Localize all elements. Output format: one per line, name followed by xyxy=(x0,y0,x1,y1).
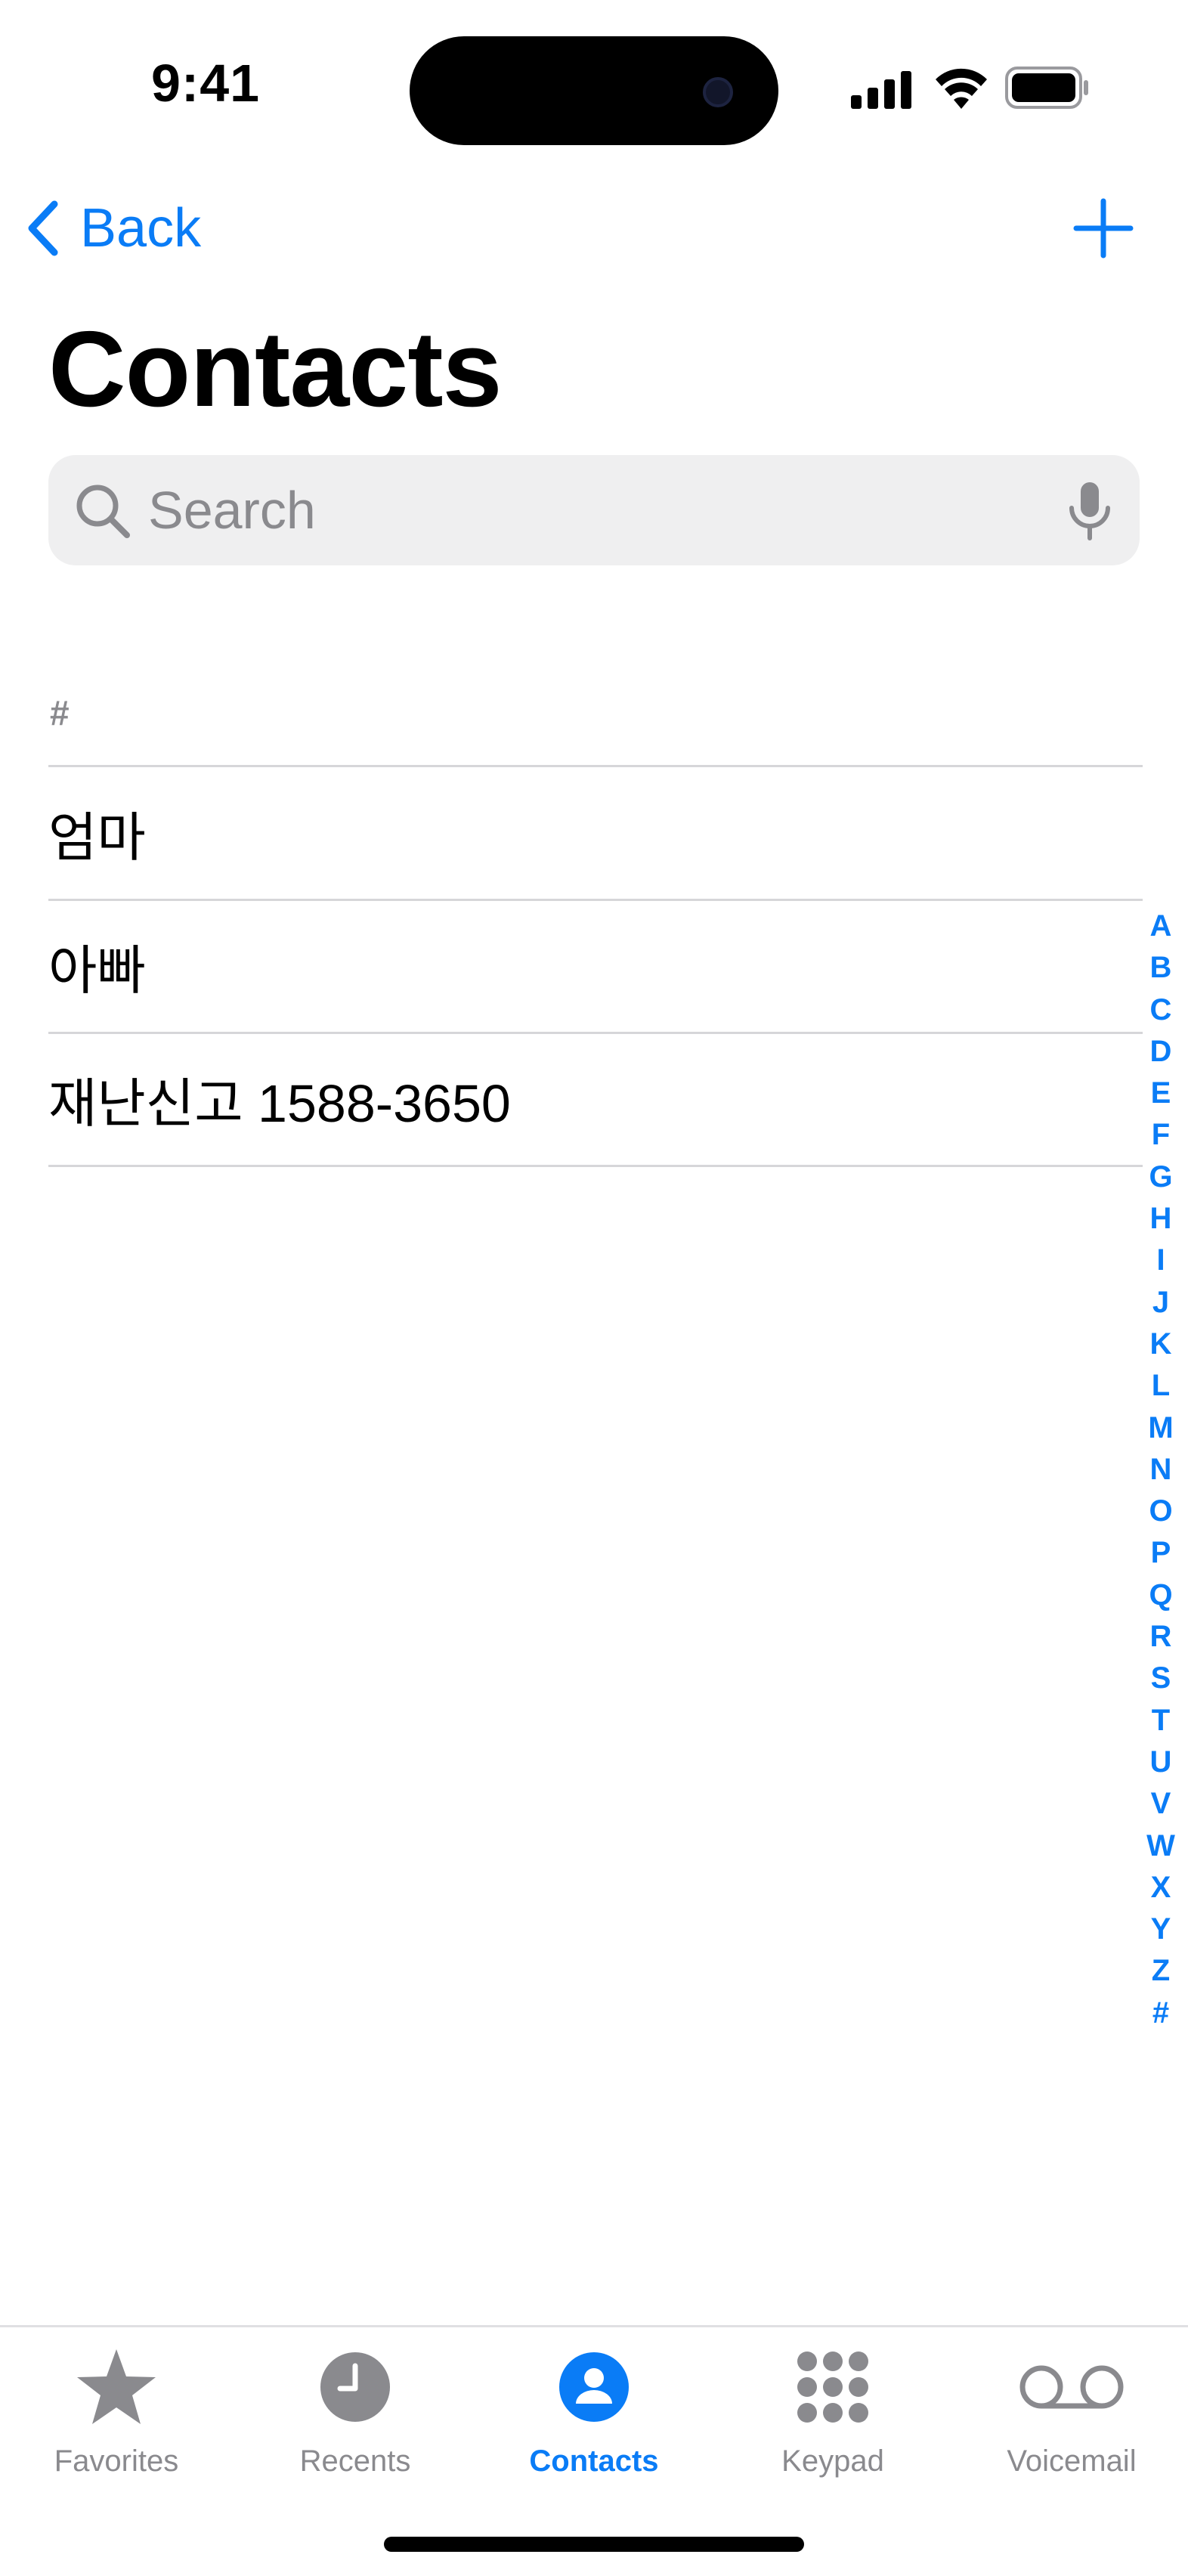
chevron-left-icon xyxy=(28,200,58,256)
contact-name: 재난신고 1588-3650 xyxy=(48,1073,511,1133)
back-label: Back xyxy=(80,198,202,259)
index-letter-n[interactable]: N xyxy=(1138,1449,1183,1491)
index-letter-m[interactable]: M xyxy=(1138,1407,1183,1449)
tab-contacts[interactable]: Contacts xyxy=(488,2337,700,2519)
clock-icon xyxy=(320,2352,390,2422)
index-letter-p[interactable]: P xyxy=(1138,1532,1183,1574)
divider xyxy=(48,1165,1143,1167)
tab-favorites[interactable]: Favorites xyxy=(11,2337,222,2519)
index-letter-r[interactable]: R xyxy=(1138,1616,1183,1658)
index-letter-c[interactable]: C xyxy=(1138,989,1183,1031)
battery-icon xyxy=(1005,67,1088,109)
voicemail-icon xyxy=(1019,2365,1124,2409)
index-letter-j[interactable]: J xyxy=(1138,1282,1183,1324)
contact-row[interactable]: 재난신고 1588-3650 xyxy=(48,1034,1143,1164)
index-letter-k[interactable]: K xyxy=(1138,1324,1183,1365)
search-bar[interactable] xyxy=(48,455,1140,565)
index-letter-b[interactable]: B xyxy=(1138,947,1183,989)
index-letter-f[interactable]: F xyxy=(1138,1114,1183,1156)
star-icon xyxy=(77,2349,156,2424)
tab-label: Voicemail xyxy=(1007,2444,1137,2478)
index-letter-g[interactable]: G xyxy=(1138,1156,1183,1198)
contact-row[interactable]: 엄마 xyxy=(48,768,1143,898)
home-indicator xyxy=(384,2537,804,2552)
tab-label: Favorites xyxy=(54,2444,179,2478)
divider xyxy=(48,765,1143,767)
index-letter-o[interactable]: O xyxy=(1138,1491,1183,1532)
keypad-icon xyxy=(797,2352,868,2423)
index-letter-hash[interactable]: # xyxy=(1138,1992,1183,2034)
index-letter-d[interactable]: D xyxy=(1138,1031,1183,1073)
search-icon xyxy=(76,485,130,538)
tab-keypad[interactable]: Keypad xyxy=(727,2337,939,2519)
back-button[interactable]: Back xyxy=(26,198,201,259)
section-header: # xyxy=(50,693,70,732)
camera-icon xyxy=(703,77,733,107)
index-letter-w[interactable]: W xyxy=(1138,1825,1183,1867)
tab-label: Recents xyxy=(299,2444,411,2478)
wifi-icon xyxy=(936,68,987,109)
microphone-icon[interactable] xyxy=(1066,481,1114,541)
index-letter-i[interactable]: I xyxy=(1138,1240,1183,1281)
status-time: 9:41 xyxy=(151,54,261,113)
tab-voicemail[interactable]: Voicemail xyxy=(966,2337,1177,2519)
contact-name: 아빠 xyxy=(48,940,146,1000)
add-contact-button[interactable] xyxy=(1073,198,1134,259)
tab-label: Contacts xyxy=(529,2444,659,2478)
index-letter-t[interactable]: T xyxy=(1138,1700,1183,1742)
index-letter-q[interactable]: Q xyxy=(1138,1574,1183,1616)
tab-label: Keypad xyxy=(781,2444,884,2478)
search-input[interactable] xyxy=(148,470,1040,550)
index-letter-a[interactable]: A xyxy=(1138,906,1183,947)
index-letter-s[interactable]: S xyxy=(1138,1658,1183,1699)
index-letter-x[interactable]: X xyxy=(1138,1867,1183,1909)
person-icon xyxy=(559,2352,629,2422)
index-letter-h[interactable]: H xyxy=(1138,1198,1183,1240)
contact-row[interactable]: 아빠 xyxy=(48,901,1143,1031)
index-letter-y[interactable]: Y xyxy=(1138,1909,1183,1950)
tab-bar-divider xyxy=(0,2325,1188,2327)
contact-name: 엄마 xyxy=(48,807,146,867)
tab-recents[interactable]: Recents xyxy=(249,2337,461,2519)
index-letter-z[interactable]: Z xyxy=(1138,1950,1183,1992)
index-letter-v[interactable]: V xyxy=(1138,1783,1183,1825)
index-letter-e[interactable]: E xyxy=(1138,1073,1183,1114)
index-letter-u[interactable]: U xyxy=(1138,1742,1183,1783)
cellular-signal-icon xyxy=(851,71,911,109)
index-letter-l[interactable]: L xyxy=(1138,1365,1183,1407)
page-title: Contacts xyxy=(48,309,503,429)
alphabet-index[interactable]: A B C D E F G H I J K L M N O P Q R S T … xyxy=(1138,906,1183,2034)
